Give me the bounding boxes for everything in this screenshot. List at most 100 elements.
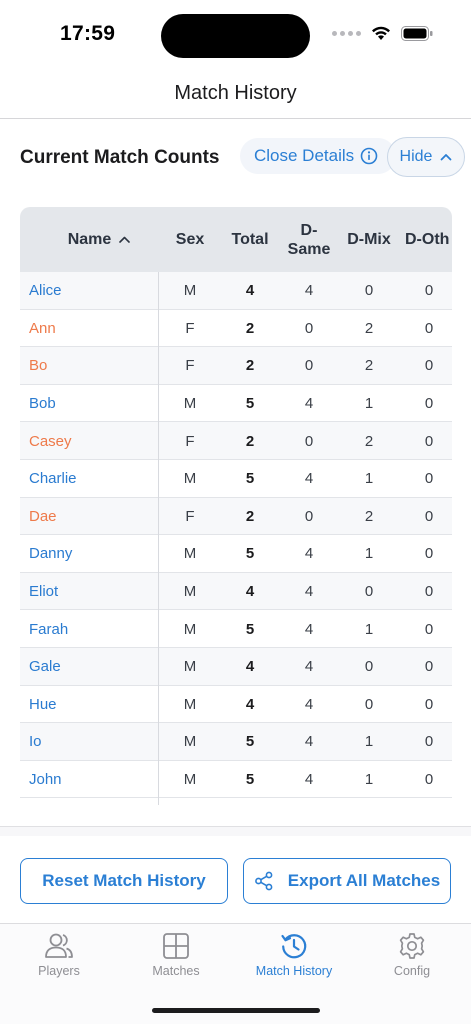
table-row[interactable]: Alice M 4 4 0 0 — [20, 272, 452, 310]
tab-matches[interactable]: Matches — [117, 932, 235, 988]
table-row-partial — [20, 798, 452, 805]
player-name-link[interactable]: Danny — [29, 535, 72, 573]
cell-sex: M — [183, 583, 197, 601]
cellular-signal-icon — [332, 31, 361, 36]
close-details-button[interactable]: Close Details — [240, 138, 396, 174]
cell-sex: M — [183, 620, 197, 638]
cell-d-oth: 0 — [424, 470, 434, 488]
status-bar: 17:59 — [0, 0, 471, 72]
table-row[interactable]: Dae F 2 0 2 0 — [20, 497, 452, 536]
cell-d-oth: 0 — [424, 357, 434, 375]
matches-grid-icon — [163, 933, 189, 959]
cell-sex: M — [183, 771, 197, 789]
cell-d-mix: 1 — [364, 733, 374, 751]
cell-total: 4 — [245, 583, 255, 601]
d-same-label-bottom: Same — [287, 240, 331, 258]
table-row[interactable]: Bo F 2 0 2 0 — [20, 347, 452, 385]
player-name-link[interactable]: Eliot — [29, 573, 58, 611]
cell-d-same: 4 — [304, 395, 314, 413]
table-row[interactable]: Ann F 2 0 2 0 — [20, 309, 452, 348]
cell-d-mix: 0 — [364, 282, 374, 300]
player-name-link[interactable]: Bob — [29, 385, 56, 423]
player-name-link[interactable]: Io — [29, 723, 42, 761]
cell-d-oth: 0 — [424, 319, 434, 337]
match-counts-header: Current Match Counts Close Details Hide — [20, 137, 465, 178]
cell-total: 2 — [245, 507, 255, 525]
cell-d-same: 4 — [304, 620, 314, 638]
tab-match-history[interactable]: Match History — [235, 932, 353, 988]
info-icon — [360, 147, 378, 165]
cell-d-same: 4 — [304, 658, 314, 676]
cell-d-same: 0 — [304, 507, 314, 525]
tab-players[interactable]: Players — [0, 932, 118, 988]
player-name-link[interactable]: Farah — [29, 610, 68, 648]
cell-d-mix: 1 — [364, 771, 374, 789]
column-header-d-same[interactable]: D- Same — [282, 207, 336, 272]
cell-d-mix: 1 — [364, 470, 374, 488]
cell-d-oth: 0 — [424, 695, 434, 713]
reset-label: Reset Match History — [42, 871, 206, 890]
close-details-label: Close Details — [254, 146, 355, 165]
cell-sex: F — [185, 319, 195, 337]
column-header-sex[interactable]: Sex — [165, 207, 215, 272]
table-row[interactable]: Bob M 5 4 1 0 — [20, 384, 452, 423]
cell-d-mix: 2 — [364, 319, 374, 337]
cell-d-mix: 1 — [364, 395, 374, 413]
cell-d-same: 4 — [304, 470, 314, 488]
cell-d-same: 0 — [304, 319, 314, 337]
player-name-link[interactable]: John — [29, 761, 62, 799]
table-header: Name Sex Total D- Same D-Mix D-Oth — [20, 207, 452, 272]
cell-d-mix: 0 — [364, 583, 374, 601]
player-name-link[interactable]: Ann — [29, 310, 56, 348]
export-all-matches-button[interactable]: Export All Matches — [243, 858, 451, 904]
cell-d-same: 4 — [304, 771, 314, 789]
column-header-total[interactable]: Total — [223, 207, 277, 272]
page-title: Match History — [174, 82, 297, 104]
player-name-link[interactable]: Charlie — [29, 460, 77, 498]
cell-sex: F — [185, 432, 195, 450]
player-name-link[interactable]: Dae — [29, 498, 57, 536]
table-row[interactable]: Danny M 5 4 1 0 — [20, 535, 452, 573]
tab-config[interactable]: Config — [353, 932, 471, 988]
player-name-link[interactable]: Gale — [29, 648, 61, 686]
cell-total: 4 — [245, 282, 255, 300]
table-row[interactable]: Farah M 5 4 1 0 — [20, 610, 452, 648]
table-row[interactable]: Eliot M 4 4 0 0 — [20, 572, 452, 611]
table-row[interactable]: Gale M 4 4 0 0 — [20, 647, 452, 686]
player-name-link[interactable]: Bo — [29, 347, 47, 385]
table-row[interactable]: Io M 5 4 1 0 — [20, 723, 452, 761]
table-row[interactable]: John M 5 4 1 0 — [20, 760, 452, 799]
hide-button[interactable]: Hide — [387, 137, 465, 177]
cell-d-oth: 0 — [424, 620, 434, 638]
cell-sex: F — [185, 507, 195, 525]
player-name-link[interactable]: Casey — [29, 422, 72, 460]
table-row[interactable]: Hue M 4 4 0 0 — [20, 685, 452, 724]
cell-d-oth: 0 — [424, 545, 434, 563]
cell-d-oth: 0 — [424, 583, 434, 601]
gear-icon — [399, 933, 425, 959]
navigation-header: Match History — [0, 72, 471, 119]
cell-sex: M — [183, 695, 197, 713]
dynamic-island — [161, 14, 310, 58]
tab-label-matches: Matches — [152, 964, 200, 978]
cell-sex: M — [183, 470, 197, 488]
match-counts-table[interactable]: Name Sex Total D- Same D-Mix D-Oth Alice… — [20, 207, 452, 805]
player-name-link[interactable]: Hue — [29, 686, 57, 724]
cell-d-oth: 0 — [424, 395, 434, 413]
hide-label: Hide — [399, 148, 433, 165]
cell-total: 4 — [245, 695, 255, 713]
column-header-name[interactable]: Name — [40, 207, 158, 272]
share-icon — [254, 871, 273, 891]
column-header-d-oth[interactable]: D-Oth — [402, 207, 452, 272]
column-name-label: Name — [67, 231, 112, 248]
section-title: Current Match Counts — [20, 147, 220, 168]
column-header-d-mix[interactable]: D-Mix — [342, 207, 396, 272]
cell-total: 2 — [245, 319, 255, 337]
name-column-divider — [158, 272, 159, 805]
player-name-link[interactable]: Alice — [29, 272, 62, 310]
tab-label-players: Players — [38, 964, 80, 978]
table-row[interactable]: Charlie M 5 4 1 0 — [20, 459, 452, 498]
reset-match-history-button[interactable]: Reset Match History — [20, 858, 228, 904]
cell-total: 5 — [245, 395, 255, 413]
table-row[interactable]: Casey F 2 0 2 0 — [20, 422, 452, 460]
